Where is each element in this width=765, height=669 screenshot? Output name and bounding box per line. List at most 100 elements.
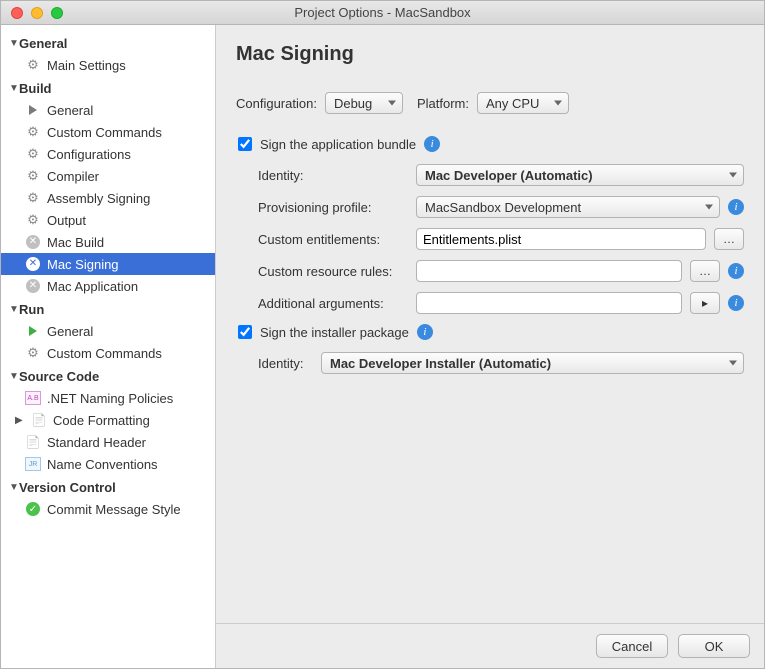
sidebar-item-label: Compiler: [47, 169, 99, 184]
sidebar-item-mac-signing[interactable]: ✕ Mac Signing: [1, 253, 215, 275]
sidebar-item-custom-commands[interactable]: Custom Commands: [1, 121, 215, 143]
info-icon[interactable]: i: [417, 324, 433, 340]
sidebar-group-build: ▼ Build General Custom Commands Configur…: [1, 78, 215, 297]
sidebar-item-code-formatting[interactable]: ▶ Code Formatting: [1, 409, 215, 431]
caret-down-icon: ▼: [9, 83, 19, 94]
sidebar-item-label: General: [47, 103, 93, 118]
gear-icon: [25, 345, 41, 361]
additional-args-expand-button[interactable]: ▸: [690, 292, 720, 314]
provisioning-row: Provisioning profile: MacSandbox Develop…: [258, 196, 744, 218]
installer-section: Sign the installer package i Identity: M…: [238, 324, 744, 374]
window-title: Project Options - MacSandbox: [1, 5, 764, 20]
gear-icon: [25, 124, 41, 140]
provisioning-value: MacSandbox Development: [425, 200, 581, 215]
sidebar-item-output[interactable]: Output: [1, 209, 215, 231]
play-icon: [25, 323, 41, 339]
platform-value: Any CPU: [486, 96, 539, 111]
caret-right-icon: ▶: [15, 415, 25, 426]
check-circle-icon: ✓: [25, 501, 41, 517]
sidebar-item-assembly-signing[interactable]: Assembly Signing: [1, 187, 215, 209]
entitlements-label: Custom entitlements:: [258, 232, 408, 247]
close-icon[interactable]: [11, 7, 23, 19]
info-icon[interactable]: i: [728, 199, 744, 215]
sidebar-header-general[interactable]: ▼ General: [1, 33, 215, 54]
sidebar-group-label: Source Code: [19, 369, 99, 384]
entitlements-input[interactable]: [416, 228, 706, 250]
info-icon[interactable]: i: [728, 263, 744, 279]
identity-label: Identity:: [258, 168, 408, 183]
identity-value: Mac Developer (Automatic): [425, 168, 593, 183]
sidebar-item-main-settings[interactable]: Main Settings: [1, 54, 215, 76]
sign-app-bundle-row: Sign the application bundle i: [238, 136, 744, 152]
sidebar-group-label: Build: [19, 81, 52, 96]
platform-select[interactable]: Any CPU: [477, 92, 569, 114]
installer-identity-select[interactable]: Mac Developer Installer (Automatic): [321, 352, 744, 374]
sidebar-group-source-code: ▼ Source Code A.B .NET Naming Policies ▶…: [1, 366, 215, 475]
sidebar-item-compiler[interactable]: Compiler: [1, 165, 215, 187]
abc-icon: A.B: [25, 390, 41, 406]
play-icon: [25, 102, 41, 118]
sidebar-item-name-conventions[interactable]: JR Name Conventions: [1, 453, 215, 475]
info-icon[interactable]: i: [728, 295, 744, 311]
minimize-icon[interactable]: [31, 7, 43, 19]
entitlements-browse-button[interactable]: …: [714, 228, 744, 250]
sidebar-header-version-control[interactable]: ▼ Version Control: [1, 477, 215, 498]
additional-args-label: Additional arguments:: [258, 296, 408, 311]
circle-x-icon: ✕: [25, 256, 41, 272]
sidebar-item-label: Custom Commands: [47, 125, 162, 140]
configuration-select[interactable]: Debug: [325, 92, 403, 114]
configuration-label: Configuration:: [236, 96, 317, 111]
resource-rules-input[interactable]: [416, 260, 682, 282]
sidebar-item-mac-build[interactable]: ✕ Mac Build: [1, 231, 215, 253]
app-bundle-section: Sign the application bundle i Identity: …: [238, 136, 744, 314]
sidebar-item-label: .NET Naming Policies: [47, 391, 173, 406]
sidebar-group-label: General: [19, 36, 67, 51]
platform-label: Platform:: [417, 96, 469, 111]
caret-down-icon: ▼: [9, 371, 19, 382]
sidebar-item-label: Mac Application: [47, 279, 138, 294]
window-body: ▼ General Main Settings ▼ Build General: [1, 25, 764, 668]
sidebar-header-source-code[interactable]: ▼ Source Code: [1, 366, 215, 387]
sidebar-header-run[interactable]: ▼ Run: [1, 299, 215, 320]
resource-rules-label: Custom resource rules:: [258, 264, 408, 279]
gear-icon: [25, 212, 41, 228]
sidebar-header-build[interactable]: ▼ Build: [1, 78, 215, 99]
sidebar-item-configurations[interactable]: Configurations: [1, 143, 215, 165]
sidebar-item-mac-application[interactable]: ✕ Mac Application: [1, 275, 215, 297]
sidebar-item-label: Commit Message Style: [47, 502, 181, 517]
sign-app-bundle-checkbox[interactable]: [238, 137, 252, 151]
main-content: Mac Signing Configuration: Debug Platfor…: [216, 25, 764, 623]
sidebar-item-label: Assembly Signing: [47, 191, 150, 206]
page-title: Mac Signing: [236, 43, 744, 66]
configuration-value: Debug: [334, 96, 372, 111]
entitlements-row: Custom entitlements: …: [258, 228, 744, 250]
sidebar-item-run-general[interactable]: General: [1, 320, 215, 342]
identity-select[interactable]: Mac Developer (Automatic): [416, 164, 744, 186]
resource-rules-browse-button[interactable]: …: [690, 260, 720, 282]
sidebar: ▼ General Main Settings ▼ Build General: [1, 25, 216, 668]
sign-installer-checkbox[interactable]: [238, 325, 252, 339]
caret-down-icon: ▼: [9, 304, 19, 315]
sidebar-item-net-naming[interactable]: A.B .NET Naming Policies: [1, 387, 215, 409]
gear-icon: [25, 168, 41, 184]
sidebar-item-commit-message-style[interactable]: ✓ Commit Message Style: [1, 498, 215, 520]
sidebar-item-label: Output: [47, 213, 86, 228]
cancel-button[interactable]: Cancel: [596, 634, 668, 658]
ok-button[interactable]: OK: [678, 634, 750, 658]
sidebar-item-standard-header[interactable]: Standard Header: [1, 431, 215, 453]
resource-rules-row: Custom resource rules: … i: [258, 260, 744, 282]
footer: Cancel OK: [216, 623, 764, 668]
provisioning-select[interactable]: MacSandbox Development: [416, 196, 720, 218]
sidebar-group-label: Version Control: [19, 480, 116, 495]
sidebar-item-run-custom-commands[interactable]: Custom Commands: [1, 342, 215, 364]
options-window: Project Options - MacSandbox ▼ General M…: [0, 0, 765, 669]
document-icon: [31, 412, 47, 428]
info-icon[interactable]: i: [424, 136, 440, 152]
additional-args-input[interactable]: [416, 292, 682, 314]
sidebar-item-build-general[interactable]: General: [1, 99, 215, 121]
additional-args-row: Additional arguments: ▸ i: [258, 292, 744, 314]
sidebar-item-label: Code Formatting: [53, 413, 150, 428]
zoom-icon[interactable]: [51, 7, 63, 19]
config-row: Configuration: Debug Platform: Any CPU: [236, 92, 744, 114]
gear-icon: [25, 57, 41, 73]
